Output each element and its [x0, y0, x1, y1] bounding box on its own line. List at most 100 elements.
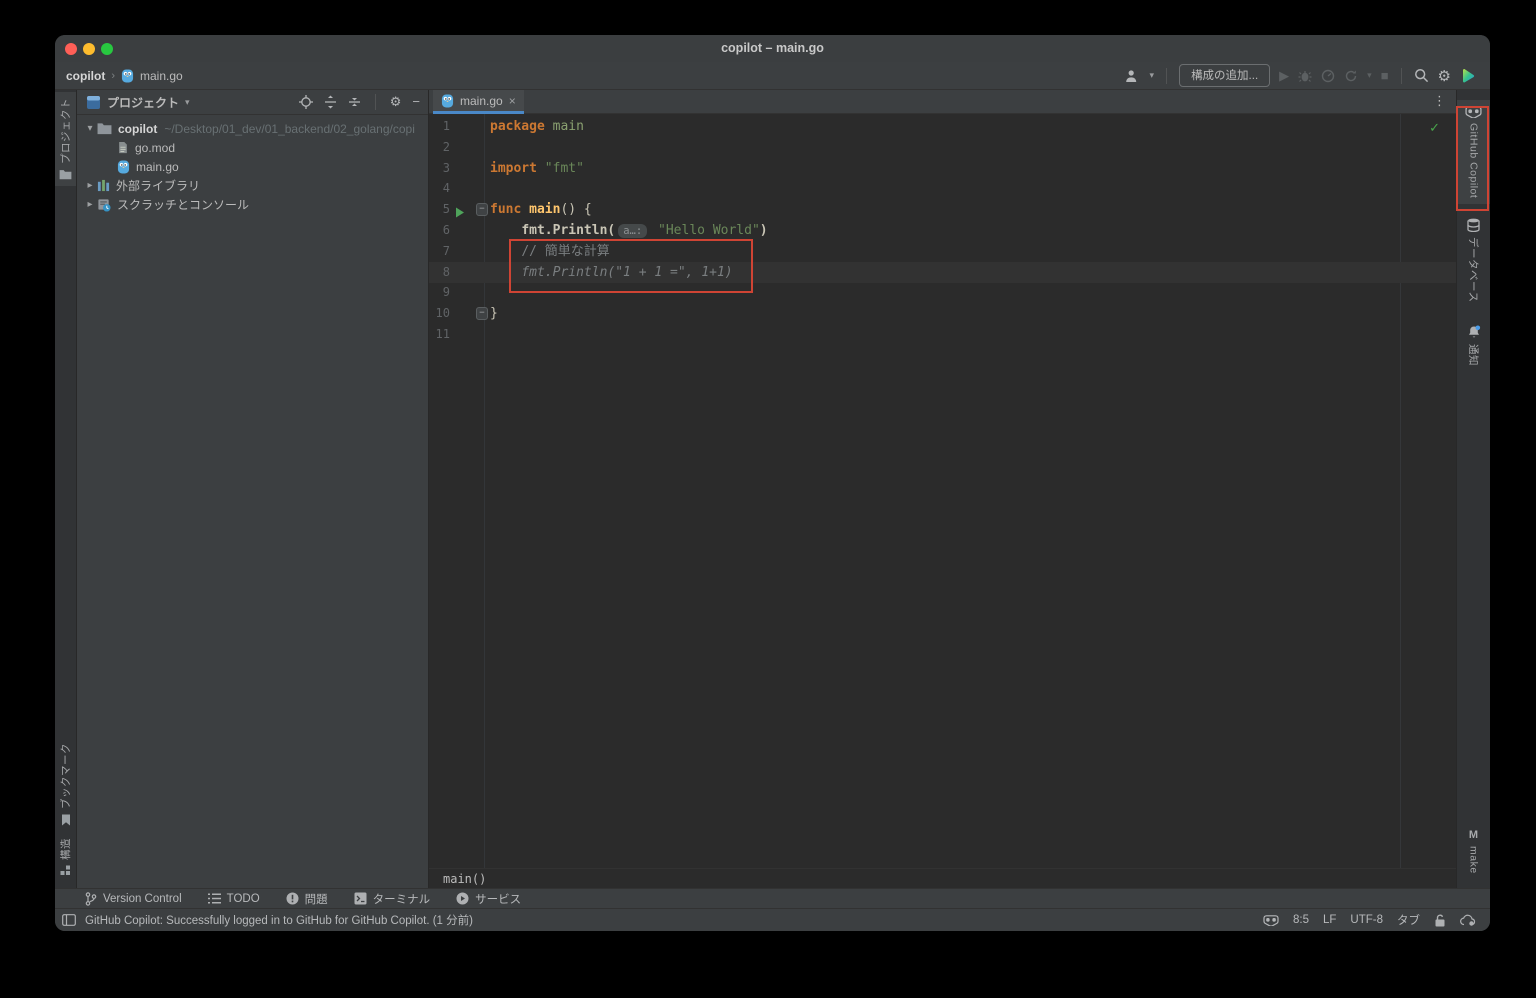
code-line-7[interactable]: 7 // 簡単な計算: [429, 241, 1456, 262]
line-number[interactable]: 9: [429, 282, 450, 303]
user-account-icon[interactable]: [1125, 69, 1141, 83]
copilot-status-icon[interactable]: [1263, 915, 1279, 926]
tree-item-_______[interactable]: ▸外部ライブラリ: [77, 176, 428, 195]
toolwindow-tab-services[interactable]: サービス: [456, 891, 521, 907]
terminal-label: ターミナル: [373, 891, 431, 907]
inspections-widget-icon[interactable]: [1460, 914, 1476, 927]
ide-logo-icon[interactable]: [1460, 68, 1476, 84]
gomod-icon: [117, 141, 129, 155]
line-number[interactable]: 1: [429, 116, 450, 137]
terminal-icon: [354, 892, 367, 905]
git-branch-icon: [85, 892, 97, 906]
indent-style[interactable]: タブ: [1397, 912, 1420, 928]
tree-item-path: ~/Desktop/01_dev/01_backend/02_golang/co…: [164, 122, 415, 136]
user-chevron-down-icon[interactable]: ▾: [1150, 70, 1155, 81]
toolwindow-tab-project[interactable]: プロジェクト: [55, 92, 76, 186]
toolwindow-tab-terminal[interactable]: ターミナル: [354, 891, 431, 907]
code-line-4[interactable]: 4: [429, 178, 1456, 199]
code-area[interactable]: 1package main23import "fmt"45−func main(…: [429, 114, 1456, 868]
line-number[interactable]: 11: [429, 324, 450, 345]
code-line-11[interactable]: 11: [429, 324, 1456, 345]
panel-settings-gear-icon[interactable]: ⚙: [390, 95, 402, 110]
line-number[interactable]: 10: [429, 303, 450, 324]
toolwindow-tab-todo[interactable]: TODO: [208, 893, 260, 905]
code-text: import "fmt": [490, 158, 584, 179]
inspection-ok-check-icon[interactable]: ✓: [1429, 120, 1440, 136]
panel-header-divider: [375, 94, 376, 110]
breadcrumb-separator-icon: ›: [111, 70, 115, 82]
stop-button[interactable]: ■: [1381, 68, 1389, 84]
folder-icon: [97, 122, 112, 135]
bookmarks-tab-label: ブックマーク: [58, 743, 73, 809]
tree-item-go.mod[interactable]: go.mod: [77, 138, 428, 157]
add-configuration-button[interactable]: 構成の追加...: [1179, 64, 1270, 87]
run-with-coverage-icon[interactable]: [1344, 69, 1358, 83]
status-right: 8:5 LF UTF-8 タブ: [1263, 912, 1490, 928]
code-line-5[interactable]: 5−func main() {: [429, 199, 1456, 220]
code-line-8[interactable]: 8 fmt.Println("1 + 1 =", 1+1): [429, 262, 1456, 283]
notifications-tab-label: 通知: [1466, 344, 1481, 366]
breadcrumb-file[interactable]: main.go: [140, 69, 183, 83]
tree-item-main.go[interactable]: main.go: [77, 157, 428, 176]
editor-options-kebab-icon[interactable]: ⋮: [1433, 93, 1446, 109]
status-message[interactable]: GitHub Copilot: Successfully logged in t…: [85, 912, 473, 928]
toolwindow-tab-bookmarks[interactable]: ブックマーク: [55, 737, 76, 832]
run-options-chevron-down-icon[interactable]: ▾: [1367, 70, 1372, 81]
code-line-1[interactable]: 1package main: [429, 116, 1456, 137]
code-line-9[interactable]: 9: [429, 282, 1456, 303]
collapse-all-icon[interactable]: [348, 95, 361, 109]
profiler-icon[interactable]: [1321, 69, 1335, 83]
chevron-expanded-icon[interactable]: ▾: [83, 123, 97, 134]
editor-breadcrumb-item[interactable]: main(): [443, 872, 486, 886]
services-label: サービス: [475, 891, 521, 907]
code-line-6[interactable]: 6 fmt.Println(a…: "Hello World"): [429, 220, 1456, 241]
make-tab-label: make: [1468, 846, 1480, 874]
line-number[interactable]: 7: [429, 241, 450, 262]
breadcrumb: copilot › main.go: [55, 69, 183, 83]
caret-position[interactable]: 8:5: [1293, 914, 1309, 926]
project-view-chevron-down-icon[interactable]: ▾: [185, 97, 190, 108]
editor: main.go × ⋮ 1package main23 import "fmt" 4…: [429, 90, 1456, 888]
toolwindow-tab-database[interactable]: データベース: [1457, 212, 1490, 308]
project-folder-icon: [59, 169, 72, 180]
debug-icon[interactable]: [1298, 69, 1312, 83]
hide-panel-icon[interactable]: −: [412, 94, 420, 110]
locate-file-icon[interactable]: [299, 95, 313, 109]
toolwindow-tab-version-control[interactable]: Version Control: [85, 892, 182, 906]
toolwindow-tab-make[interactable]: M make: [1457, 823, 1490, 880]
fold-region-end-icon[interactable]: −: [476, 307, 488, 320]
run-button[interactable]: ▶: [1279, 68, 1289, 84]
line-number[interactable]: 8: [429, 262, 450, 283]
line-separator[interactable]: LF: [1323, 914, 1336, 926]
project-panel-title[interactable]: プロジェクト: [107, 94, 179, 111]
code-line-2[interactable]: 2: [429, 137, 1456, 158]
settings-gear-icon[interactable]: ⚙: [1438, 67, 1451, 85]
tree-item-___________[interactable]: ▸スクラッチとコンソール: [77, 195, 428, 214]
file-encoding[interactable]: UTF-8: [1350, 914, 1383, 926]
breadcrumb-project[interactable]: copilot: [66, 69, 105, 83]
line-number[interactable]: 2: [429, 137, 450, 158]
fold-region-start-icon[interactable]: −: [476, 203, 488, 216]
make-icon: M: [1469, 829, 1478, 841]
toolwindow-layout-icon[interactable]: [62, 914, 76, 926]
toolwindow-tab-notifications[interactable]: 通知: [1457, 319, 1490, 372]
expand-all-icon[interactable]: [324, 95, 337, 109]
search-everywhere-icon[interactable]: [1414, 68, 1429, 83]
line-number[interactable]: 6: [429, 220, 450, 241]
line-number[interactable]: 3: [429, 158, 450, 179]
toolwindow-tab-problems[interactable]: 問題: [286, 891, 328, 907]
code-text: fmt.Println(a…: "Hello World"): [490, 220, 768, 242]
toolwindow-tab-github-copilot[interactable]: GitHub Copilot: [1457, 100, 1490, 204]
line-number[interactable]: 5: [429, 199, 450, 220]
close-tab-icon[interactable]: ×: [509, 94, 516, 108]
chevron-collapsed-icon[interactable]: ▸: [83, 180, 97, 191]
line-number[interactable]: 4: [429, 178, 450, 199]
code-line-3[interactable]: 3 import "fmt": [429, 158, 1456, 179]
tree-item-copilot[interactable]: ▾copilot~/Desktop/01_dev/01_backend/02_g…: [77, 119, 428, 138]
read-lock-icon[interactable]: [1434, 914, 1446, 927]
editor-tab-maingo[interactable]: main.go ×: [433, 90, 524, 114]
chevron-collapsed-icon[interactable]: ▸: [83, 199, 97, 210]
toolwindow-tab-structure[interactable]: 構造: [55, 832, 76, 882]
tree-item-name: main.go: [136, 160, 179, 174]
code-line-10[interactable]: 10−}: [429, 303, 1456, 324]
